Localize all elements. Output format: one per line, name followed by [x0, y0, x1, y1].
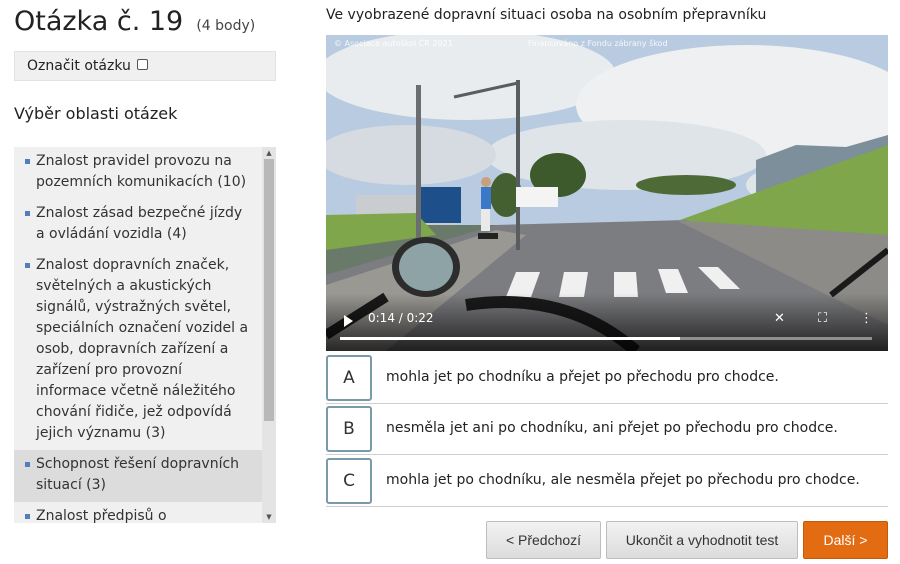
area-item[interactable]: Znalost pravidel provozu na pozemních ko… — [14, 147, 262, 199]
mute-icon[interactable]: ✕ — [774, 311, 785, 326]
video-progress-fill — [340, 337, 681, 340]
question-heading: Otázka č. 19 (4 body) — [14, 6, 255, 37]
area-list[interactable]: Znalost pravidel provozu na pozemních ko… — [14, 147, 276, 523]
mark-question-toggle[interactable]: Označit otázku — [14, 51, 276, 81]
finish-test-button[interactable]: Ukončit a vyhodnotit test — [606, 521, 798, 559]
fullscreen-icon[interactable]: ⛶ — [818, 311, 827, 326]
more-options-icon[interactable]: ⋮ — [860, 311, 873, 326]
area-list-scrollbar[interactable]: ▲ ▼ — [262, 147, 276, 523]
bullet-icon — [25, 263, 30, 268]
mark-question-label: Označit otázku — [27, 58, 131, 74]
previous-button[interactable]: < Předchozí — [486, 521, 601, 559]
area-item[interactable]: Znalost předpisů o podmínkách provozu vo… — [14, 502, 262, 523]
bullet-icon — [25, 514, 30, 519]
answer-text: nesměla jet ani po chodníku, ani přejet … — [386, 420, 838, 436]
question-title: Otázka č. 19 — [14, 6, 184, 37]
area-item-label: Schopnost řešení dopravních situací (3) — [36, 456, 240, 493]
watermark-center: Financováno z Fondu zábrany škod — [528, 39, 668, 48]
area-item-label: Znalost předpisů o podmínkách provozu vo… — [36, 508, 167, 523]
bullet-icon — [25, 211, 30, 216]
question-text: Ve vyobrazené dopravní situaci osoba na … — [326, 7, 767, 23]
video-controls: 0:14 / 0:22 ✕ ⛶ ⋮ — [326, 293, 888, 351]
area-item-label: Znalost pravidel provozu na pozemních ko… — [36, 153, 247, 190]
mark-question-checkbox[interactable] — [136, 58, 148, 70]
area-item-label: Znalost zásad bezpečné jízdy a ovládání … — [36, 205, 243, 242]
bullet-icon — [25, 462, 30, 467]
area-item[interactable]: Znalost dopravních značek, světelných a … — [14, 251, 262, 450]
answer-option-b[interactable]: B nesměla jet ani po chodníku, ani přeje… — [326, 405, 888, 455]
play-icon[interactable] — [344, 315, 353, 327]
answer-option-a[interactable]: A mohla jet po chodníku a přejet po přec… — [326, 354, 888, 404]
scroll-down-icon[interactable]: ▼ — [262, 511, 276, 523]
areas-title: Výběr oblasti otázek — [14, 104, 178, 123]
answer-text: mohla jet po chodníku a přejet po přecho… — [386, 369, 779, 385]
answer-option-c[interactable]: C mohla jet po chodníku, ale nesměla pře… — [326, 457, 888, 507]
answer-text: mohla jet po chodníku, ale nesměla přeje… — [386, 472, 860, 488]
video-player[interactable]: © Asociace autoškol ČR 2021 Financováno … — [326, 35, 888, 351]
area-item[interactable]: Znalost zásad bezpečné jízdy a ovládání … — [14, 199, 262, 251]
scrollbar-thumb[interactable] — [264, 159, 274, 421]
next-button[interactable]: Další > — [803, 521, 888, 559]
bullet-icon — [25, 159, 30, 164]
scroll-up-icon[interactable]: ▲ — [262, 147, 276, 159]
video-time: 0:14 / 0:22 — [368, 311, 434, 325]
area-item-selected[interactable]: Schopnost řešení dopravních situací (3) — [14, 450, 262, 502]
area-item-label: Znalost dopravních značek, světelných a … — [36, 257, 249, 441]
question-points: (4 body) — [196, 18, 256, 34]
answer-letter[interactable]: C — [326, 458, 372, 504]
watermark-left: © Asociace autoškol ČR 2021 — [334, 39, 453, 48]
answer-letter[interactable]: A — [326, 355, 372, 401]
video-progress-bar[interactable] — [340, 337, 872, 340]
answer-letter[interactable]: B — [326, 406, 372, 452]
